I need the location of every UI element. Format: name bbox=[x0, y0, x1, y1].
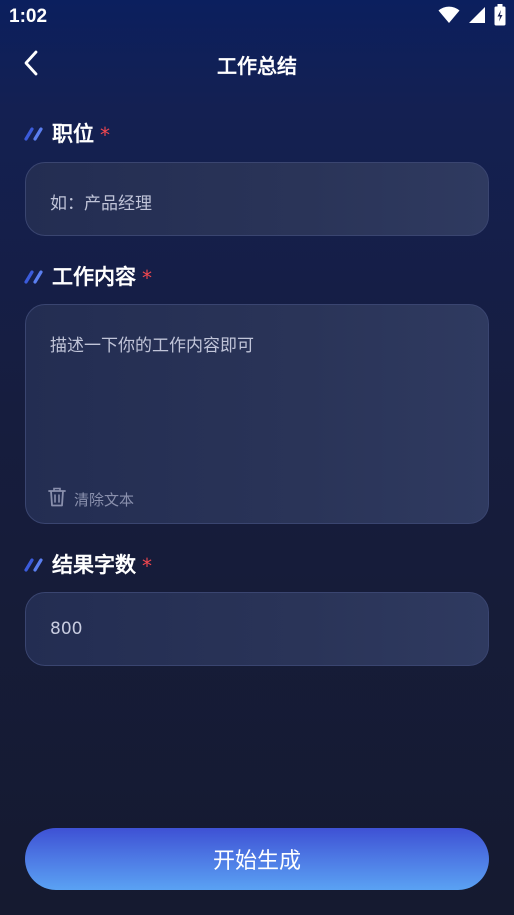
content-label: 工作内容 * bbox=[24, 261, 152, 291]
required-mark: * bbox=[142, 554, 152, 578]
required-mark: * bbox=[142, 266, 152, 290]
clear-text-button[interactable]: 清除文本 bbox=[48, 487, 134, 511]
battery-charging-icon bbox=[494, 4, 506, 30]
word-count-label-text: 结果字数 bbox=[52, 553, 136, 577]
word-count-label: 结果字数 * bbox=[24, 549, 152, 579]
trash-icon bbox=[48, 487, 66, 511]
label-decoration-icon bbox=[24, 126, 48, 141]
header: 工作总结 bbox=[0, 38, 514, 92]
start-generate-button[interactable]: 开始生成 bbox=[25, 828, 489, 890]
content-textarea[interactable]: 描述一下你的工作内容即可 清除文本 bbox=[25, 304, 489, 524]
position-label-text: 职位 bbox=[52, 122, 94, 146]
status-time: 1:02 bbox=[9, 6, 48, 27]
page-title: 工作总结 bbox=[217, 54, 297, 78]
content-textarea-placeholder: 描述一下你的工作内容即可 bbox=[50, 336, 254, 356]
status-bar: 1:02 bbox=[0, 0, 514, 34]
status-icons bbox=[438, 4, 506, 30]
position-label: 职位 * bbox=[24, 118, 110, 148]
label-decoration-icon bbox=[24, 269, 48, 284]
word-count-input[interactable]: 800 bbox=[25, 592, 489, 666]
cellular-signal-icon bbox=[468, 6, 486, 28]
position-input-placeholder: 如：产品经理 bbox=[50, 194, 152, 214]
wifi-icon bbox=[438, 6, 460, 28]
label-decoration-icon bbox=[24, 557, 48, 572]
position-input[interactable]: 如：产品经理 bbox=[25, 162, 489, 236]
content-label-text: 工作内容 bbox=[52, 265, 136, 289]
clear-text-label: 清除文本 bbox=[74, 490, 135, 509]
required-mark: * bbox=[100, 123, 110, 147]
word-count-value: 800 bbox=[50, 619, 83, 639]
